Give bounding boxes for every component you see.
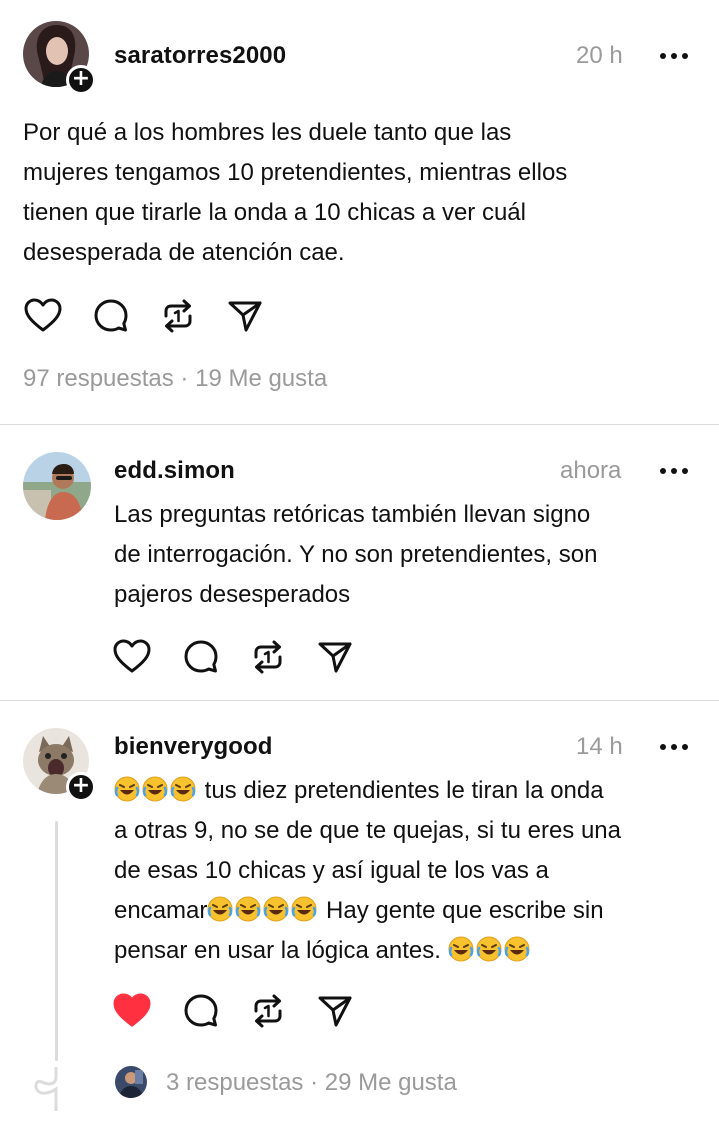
rolling-laughing-emoji — [504, 936, 530, 962]
text-segment: encamar — [114, 897, 208, 924]
more-icon[interactable] — [660, 466, 694, 476]
text-segment: pensar en usar la lógica antes. — [114, 937, 448, 964]
text-line: a otras 9, no se de que te quejas, si tu… — [114, 817, 621, 844]
thread-line — [55, 821, 58, 1061]
text-line: tus diez pretendientes le tiran la onda — [114, 771, 714, 811]
avatar[interactable] — [23, 452, 91, 520]
repost-icon[interactable] — [158, 296, 198, 336]
text-line: pensar en usar la lógica antes. — [114, 931, 714, 971]
rolling-laughing-emoji — [263, 896, 289, 922]
replier-avatar[interactable] — [115, 1066, 147, 1098]
rolling-laughing-emoji — [476, 936, 502, 962]
rolling-laughing-emoji — [170, 776, 196, 802]
heart-icon[interactable] — [112, 637, 152, 677]
emoji-group — [448, 937, 532, 964]
rolling-laughing-emoji — [235, 896, 261, 922]
action-bar — [112, 991, 372, 1031]
post-2: edd.simon ahora Las preguntas retóricas … — [0, 425, 719, 700]
follow-plus-icon[interactable]: + — [66, 772, 96, 802]
action-bar — [112, 637, 372, 677]
rolling-laughing-emoji — [114, 776, 140, 802]
heart-filled-icon[interactable] — [112, 991, 152, 1031]
heart-icon[interactable] — [23, 296, 63, 336]
post-stats[interactable]: 3 respuestas · 29 Me gusta — [166, 1069, 457, 1097]
post-text: Las preguntas retóricas también llevan s… — [114, 501, 598, 608]
text-segment: tus diez pretendientes le tiran la onda — [198, 777, 604, 804]
post-text: tus diez pretendientes le tiran la onda … — [114, 771, 714, 971]
emoji-group — [207, 897, 319, 924]
rolling-laughing-emoji — [142, 776, 168, 802]
send-icon[interactable] — [225, 296, 265, 336]
timestamp: ahora — [560, 457, 622, 484]
action-bar — [23, 296, 283, 336]
comment-icon[interactable] — [181, 991, 221, 1031]
comment-icon[interactable] — [181, 637, 221, 677]
post-text: Por qué a los hombres les duele tanto qu… — [23, 119, 568, 266]
follow-plus-icon[interactable]: + — [66, 65, 96, 95]
username[interactable]: saratorres2000 — [114, 42, 286, 70]
post-stats[interactable]: 97 respuestas · 19 Me gusta — [23, 365, 327, 393]
comment-icon[interactable] — [91, 296, 131, 336]
send-icon[interactable] — [315, 991, 355, 1031]
emoji-group — [114, 777, 198, 804]
more-icon[interactable] — [660, 51, 694, 61]
repost-icon[interactable] — [248, 991, 288, 1031]
post-3: + bienverygood 14 h tus diez pretendient… — [0, 701, 719, 1132]
thread-loop-icon — [34, 1067, 58, 1111]
username[interactable]: bienverygood — [114, 733, 273, 761]
more-icon[interactable] — [660, 742, 694, 752]
post-1: + saratorres2000 20 h Por qué a los homb… — [0, 0, 719, 424]
repost-icon[interactable] — [248, 637, 288, 677]
rolling-laughing-emoji — [207, 896, 233, 922]
rolling-laughing-emoji — [448, 936, 474, 962]
text-line: de esas 10 chicas y así igual te los vas… — [114, 857, 549, 884]
send-icon[interactable] — [315, 637, 355, 677]
text-segment: Hay gente que escribe sin — [319, 897, 604, 924]
timestamp: 14 h — [576, 733, 623, 760]
rolling-laughing-emoji — [291, 896, 317, 922]
username[interactable]: edd.simon — [114, 457, 235, 485]
timestamp: 20 h — [576, 42, 623, 69]
text-line: encamar Hay gente que escribe sin — [114, 891, 714, 931]
